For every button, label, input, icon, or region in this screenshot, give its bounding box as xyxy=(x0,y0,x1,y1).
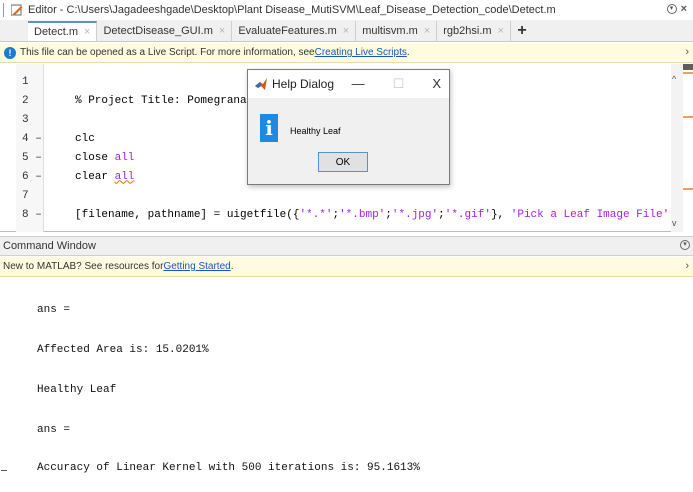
restore-icon[interactable]: ☐ xyxy=(393,76,405,92)
output-line: Healthy Leaf xyxy=(37,384,117,396)
warning-marker[interactable] xyxy=(683,72,693,74)
code-text: clear all xyxy=(75,170,135,183)
code-line[interactable]: 8 – [filename, pathname] = uigetfile({'*… xyxy=(0,205,682,224)
string-literal: '*.jpg' xyxy=(391,208,439,221)
info-bar-close-icon[interactable]: › xyxy=(685,46,689,58)
help-dialog-controls: — ☐ X xyxy=(352,76,441,92)
command-window-options-icon[interactable]: ▾ xyxy=(680,240,690,250)
keyword-all: all xyxy=(114,151,135,164)
ok-button[interactable]: OK xyxy=(318,152,368,172)
tab-label: Detect.m xyxy=(34,26,79,38)
tab-evaluatefeatures[interactable]: EvaluateFeatures.m × xyxy=(232,21,357,41)
code-analyzer-status-marker[interactable] xyxy=(683,64,693,70)
tab-close-icon[interactable]: × xyxy=(219,25,225,37)
command-window-title: Command Window xyxy=(3,240,96,252)
breakpoint-marker[interactable]: – xyxy=(35,152,42,164)
tab-label: rgb2hsi.m xyxy=(443,25,492,37)
code-text: close all xyxy=(75,151,135,164)
warning-marker[interactable] xyxy=(683,116,693,118)
tab-close-icon[interactable]: × xyxy=(84,26,90,38)
tab-label: multisvm.m xyxy=(362,25,418,37)
info-bar-close-icon[interactable]: › xyxy=(685,260,689,272)
line-number: 4 – xyxy=(22,132,42,145)
live-script-info-text: This file can be opened as a Live Script… xyxy=(20,47,315,58)
code-token: ; xyxy=(438,208,445,221)
command-info-text: New to MATLAB? See resources for xyxy=(3,261,164,272)
scroll-up-icon[interactable]: ^ xyxy=(672,74,676,84)
tab-label: DetectDisease_GUI.m xyxy=(103,25,213,37)
string-literal: '*.*' xyxy=(299,208,333,221)
editor-tab-bar: Detect.m × DetectDisease_GUI.m × Evaluat… xyxy=(0,20,693,42)
string-literal: '*.bmp' xyxy=(339,208,386,221)
window-close-icon[interactable]: × xyxy=(681,3,687,15)
window-titlebar: Editor - C:\Users\Jagadeeshgade\Desktop\… xyxy=(0,0,693,20)
titlebar-divider xyxy=(3,3,7,17)
breakpoint-marker[interactable]: – xyxy=(35,171,42,183)
tab-label: EvaluateFeatures.m xyxy=(238,25,337,37)
breakpoint-marker[interactable]: – xyxy=(35,133,42,145)
code-comment: % Project Title: Pomegranate xyxy=(75,94,260,107)
tab-close-icon[interactable]: × xyxy=(498,25,504,37)
getting-started-link[interactable]: Getting Started xyxy=(163,261,230,272)
line-number: 7 xyxy=(22,189,29,202)
editor-scrollbar[interactable]: ^ v xyxy=(671,64,683,232)
line-number: 6 – xyxy=(22,170,42,183)
command-window-info-bar: New to MATLAB? See resources for Getting… xyxy=(0,257,693,277)
creating-live-scripts-link[interactable]: Creating Live Scripts xyxy=(315,47,407,58)
help-dialog-title: Help Dialog xyxy=(272,77,335,91)
window-options-icon[interactable]: ▾ xyxy=(666,4,677,14)
info-icon: i xyxy=(260,114,278,142)
help-dialog-message: Healthy Leaf xyxy=(290,126,341,136)
code-token: ; xyxy=(385,208,392,221)
warning-marker[interactable] xyxy=(683,188,693,190)
command-window-header: Command Window ▾ xyxy=(0,236,693,256)
tab-close-icon[interactable]: × xyxy=(424,25,430,37)
line-number: 2 xyxy=(22,94,29,107)
command-window-output[interactable]: ans = Affected Area is: 15.0201% Healthy… xyxy=(0,278,693,492)
help-dialog-body: i Healthy Leaf OK xyxy=(248,98,449,184)
output-line: ans = xyxy=(37,424,71,436)
info-icon: ! xyxy=(4,46,16,59)
string-literal: '*.gif' xyxy=(444,208,491,221)
dialog-close-icon[interactable]: X xyxy=(432,76,441,92)
code-token: }, xyxy=(490,208,511,221)
breakpoint-marker[interactable]: – xyxy=(35,209,42,221)
minimize-icon[interactable]: — xyxy=(352,76,365,92)
matlab-logo-icon xyxy=(255,78,267,90)
window-title: Editor - C:\Users\Jagadeeshgade\Desktop\… xyxy=(28,4,556,16)
window-controls: ▾ × xyxy=(666,3,687,15)
live-script-info-bar: ! This file can be opened as a Live Scri… xyxy=(0,43,693,63)
command-info-suffix: . xyxy=(230,261,234,272)
live-script-info-suffix: . xyxy=(406,47,410,58)
tab-rgb2hsi[interactable]: rgb2hsi.m × xyxy=(437,21,511,41)
tab-detect[interactable]: Detect.m × xyxy=(28,21,98,41)
tab-multisvm[interactable]: multisvm.m × xyxy=(356,21,438,41)
help-dialog: Help Dialog — ☐ X i Healthy Leaf OK xyxy=(247,69,450,185)
keyword-all-warning: all xyxy=(114,170,135,183)
output-line: ans = xyxy=(37,304,71,316)
line-number: 1 xyxy=(22,75,29,88)
tab-detectdisease-gui[interactable]: DetectDisease_GUI.m × xyxy=(97,21,233,41)
code-token: [filename, pathname] = uigetfile({ xyxy=(75,208,300,221)
string-literal: 'Pick a Leaf Image File' xyxy=(510,208,670,221)
code-text: clc xyxy=(75,132,95,145)
line-number: 8 – xyxy=(22,208,42,221)
tab-close-icon[interactable]: × xyxy=(343,25,349,37)
command-prompt-marker xyxy=(1,470,7,471)
line-number: 3 xyxy=(22,113,29,126)
output-line: Accuracy of Linear Kernel with 500 itera… xyxy=(37,462,420,474)
output-line: Affected Area is: 15.0201% xyxy=(37,344,209,356)
line-number: 5 – xyxy=(22,151,42,164)
editor-app-icon xyxy=(11,4,23,16)
add-tab-button[interactable]: + xyxy=(511,21,533,41)
code-text: [filename, pathname] = uigetfile({'*.*';… xyxy=(75,209,682,221)
scroll-down-icon[interactable]: v xyxy=(672,218,677,228)
code-line[interactable]: 7 xyxy=(0,186,676,205)
